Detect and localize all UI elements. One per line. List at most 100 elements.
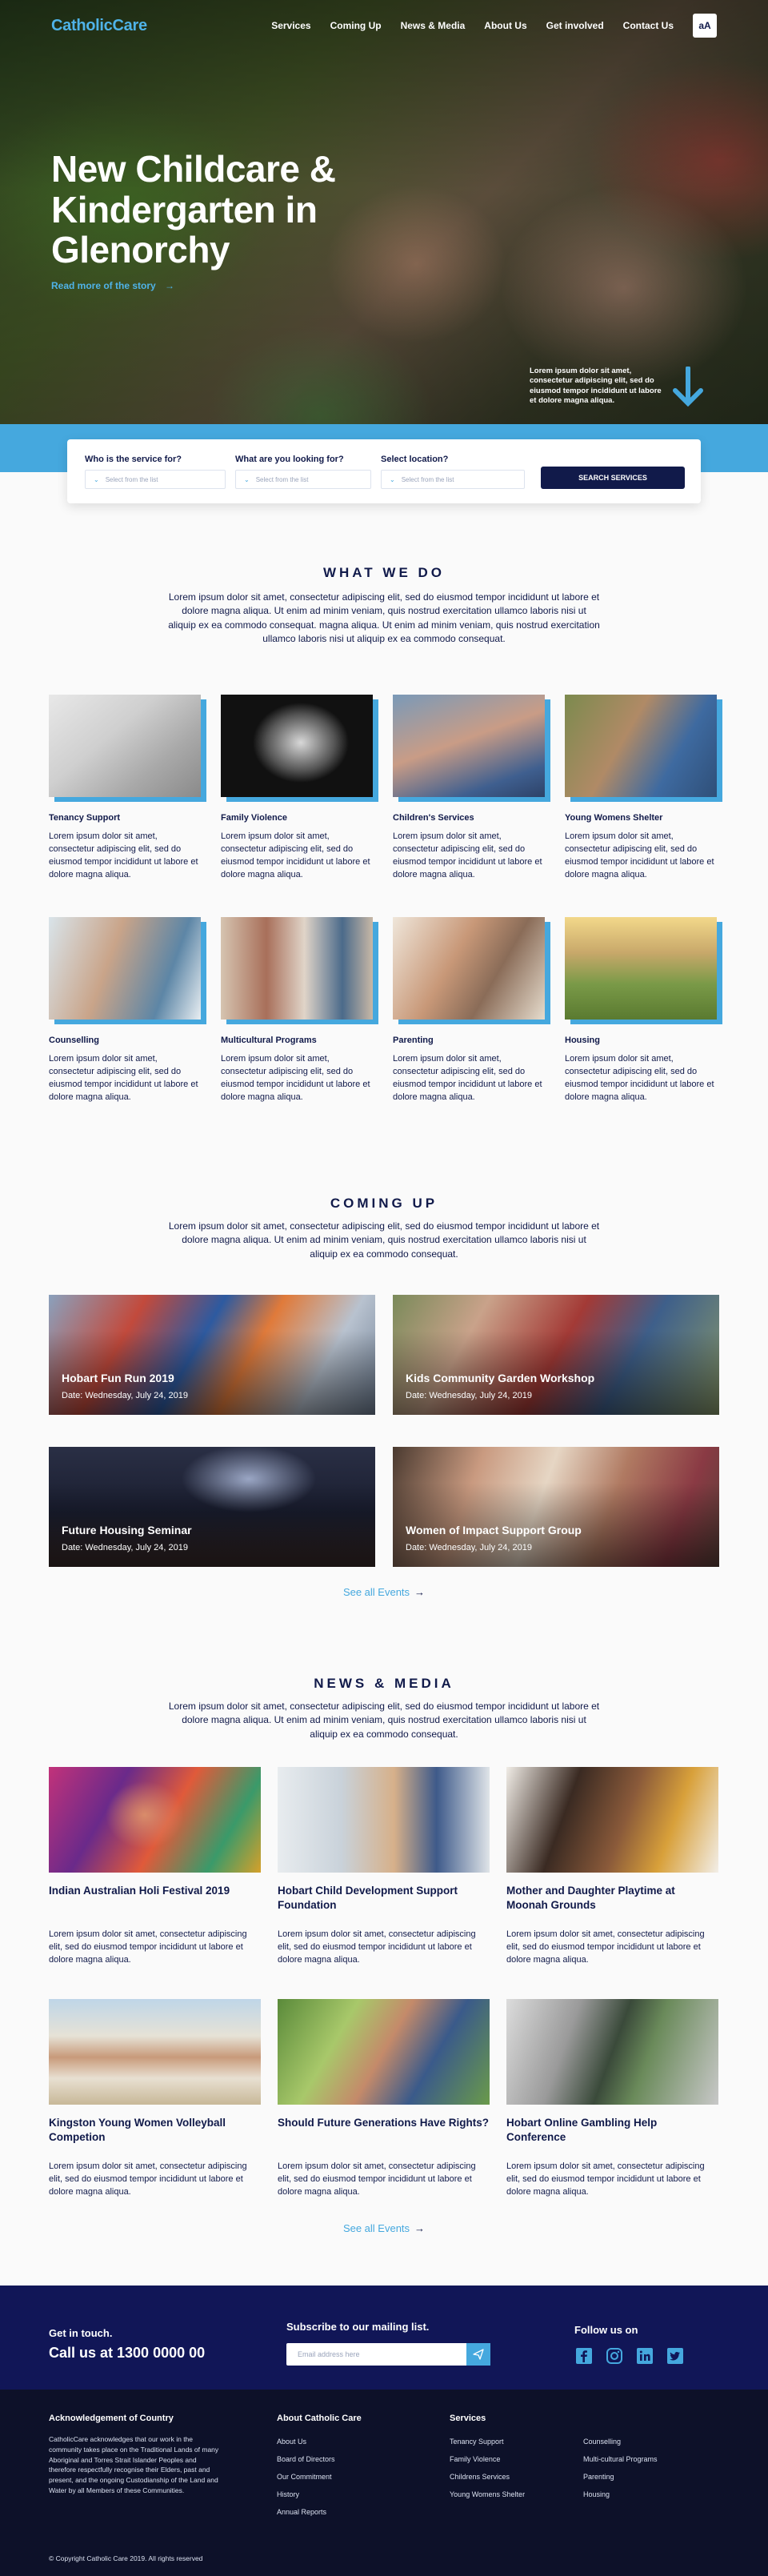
- service-card[interactable]: Young Womens Shelter Lorem ipsum dolor s…: [565, 695, 722, 882]
- young-womens-shelter-image: [565, 695, 717, 797]
- service-card[interactable]: Parenting Lorem ipsum dolor sit amet, co…: [393, 917, 550, 1104]
- service-desc: Lorem ipsum dolor sit amet, consectetur …: [221, 1054, 370, 1102]
- footer-link-housing[interactable]: Housing: [583, 2490, 658, 2498]
- service-image-frame: [49, 917, 206, 1024]
- nav-get-involved[interactable]: Get involved: [546, 20, 604, 31]
- news-media-intro: Lorem ipsum dolor sit amet, consectetur …: [168, 1701, 600, 1740]
- nav-contact-us[interactable]: Contact Us: [623, 20, 674, 31]
- service-title: Housing: [565, 1036, 600, 1045]
- footer-link-annual-reports[interactable]: Annual Reports: [277, 2508, 335, 2516]
- news-card[interactable]: Mother and Daughter Playtime at Moonah G…: [506, 1767, 718, 1967]
- footer-link-history[interactable]: History: [277, 2490, 335, 2498]
- nav-links: Services Coming Up News & Media About Us…: [271, 20, 674, 31]
- phone-number[interactable]: Call us at 1300 0000 00: [49, 2345, 205, 2362]
- facebook-icon[interactable]: [574, 2346, 594, 2366]
- footer-link-counselling[interactable]: Counselling: [583, 2438, 658, 2446]
- service-desc: Lorem ipsum dolor sit amet, consectetur …: [221, 831, 370, 879]
- see-all-news-label: See all Events: [342, 2222, 410, 2234]
- arrow-down-icon[interactable]: [672, 367, 704, 407]
- service-card[interactable]: Family Violence Lorem ipsum dolor sit am…: [221, 695, 378, 882]
- arrow-right-icon: →: [165, 280, 175, 291]
- contact-band: Get in touch. Call us at 1300 0000 00 Su…: [0, 2286, 768, 2390]
- event-title: Future Housing Seminar: [62, 1524, 192, 1536]
- service-title: Family Violence: [221, 813, 287, 823]
- footer-link-childrens[interactable]: Childrens Services: [450, 2473, 525, 2481]
- footer-link-parenting[interactable]: Parenting: [583, 2473, 658, 2481]
- service-image-frame: [565, 917, 722, 1024]
- nav-news-media[interactable]: News & Media: [401, 20, 466, 31]
- see-all-news-link[interactable]: See all Events →: [0, 2222, 768, 2234]
- top-nav: CatholicCare Services Coming Up News & M…: [0, 0, 768, 51]
- logo[interactable]: CatholicCare: [51, 17, 147, 35]
- services-row-1: Tenancy Support Lorem ipsum dolor sit am…: [49, 695, 722, 882]
- service-card[interactable]: Multicultural Programs Lorem ipsum dolor…: [221, 917, 378, 1104]
- chevron-down-icon: ⌄: [390, 475, 395, 483]
- send-button[interactable]: [466, 2343, 490, 2366]
- event-card[interactable]: Women of Impact Support Group Date: Wedn…: [393, 1447, 719, 1567]
- service-desc: Lorem ipsum dolor sit amet, consectetur …: [49, 1054, 198, 1102]
- twitter-icon-glyph: [667, 2348, 683, 2364]
- what-field: What are you looking for? ⌄ Select from t…: [235, 455, 371, 489]
- footer-link-tenancy[interactable]: Tenancy Support: [450, 2438, 525, 2446]
- email-input[interactable]: Email address here: [286, 2343, 466, 2366]
- service-card[interactable]: Housing Lorem ipsum dolor sit amet, cons…: [565, 917, 722, 1104]
- event-card[interactable]: Future Housing Seminar Date: Wednesday, …: [49, 1447, 375, 1567]
- what-select[interactable]: ⌄ Select from the list: [235, 470, 371, 489]
- about-links: About Us Board of Directors Our Commitme…: [277, 2438, 335, 2526]
- font-size-toggle-button[interactable]: aA: [693, 14, 717, 38]
- news-card[interactable]: Indian Australian Holi Festival 2019 Lor…: [49, 1767, 261, 1967]
- see-all-events-label: See all Events: [342, 1586, 410, 1598]
- see-all-events-link[interactable]: See all Events →: [0, 1586, 768, 1598]
- news-title: Kingston Young Women Volleyball Competio…: [49, 2116, 226, 2144]
- tenancy-keys-image: [49, 695, 201, 797]
- event-card[interactable]: Hobart Fun Run 2019 Date: Wednesday, Jul…: [49, 1295, 375, 1415]
- news-title: Hobart Child Development Support Foundat…: [278, 1885, 458, 1912]
- news-desc: Lorem ipsum dolor sit amet, consectetur …: [506, 2161, 705, 2197]
- footer-link-family-violence[interactable]: Family Violence: [450, 2455, 525, 2463]
- footer-link-young-womens[interactable]: Young Womens Shelter: [450, 2490, 525, 2498]
- footer-link-multicultural[interactable]: Multi-cultural Programs: [583, 2455, 658, 2463]
- who-select[interactable]: ⌄ Select from the list: [85, 470, 226, 489]
- location-select[interactable]: ⌄ Select from the list: [381, 470, 525, 489]
- service-card[interactable]: Tenancy Support Lorem ipsum dolor sit am…: [49, 695, 206, 882]
- service-card[interactable]: Children's Services Lorem ipsum dolor si…: [393, 695, 550, 882]
- instagram-icon[interactable]: [605, 2346, 624, 2366]
- twitter-icon[interactable]: [666, 2346, 685, 2366]
- hero-read-more-label: Read more of the story: [51, 280, 156, 291]
- linkedin-icon[interactable]: [635, 2346, 654, 2366]
- nav-coming-up[interactable]: Coming Up: [330, 20, 382, 31]
- about-title: About Catholic Care: [277, 2414, 362, 2423]
- footer-link-commitment[interactable]: Our Commitment: [277, 2473, 335, 2481]
- service-image-frame: [393, 695, 550, 802]
- arrow-right-icon: →: [414, 1586, 426, 1598]
- news-card[interactable]: Kingston Young Women Volleyball Competio…: [49, 1998, 261, 2199]
- news-card[interactable]: Hobart Child Development Support Foundat…: [278, 1767, 490, 1967]
- arrow-right-icon: →: [414, 2222, 426, 2234]
- news-desc: Lorem ipsum dolor sit amet, consectetur …: [49, 1929, 247, 1965]
- news-card[interactable]: Should Future Generations Have Rights? L…: [278, 1998, 490, 2199]
- event-card[interactable]: Kids Community Garden Workshop Date: Wed…: [393, 1295, 719, 1415]
- service-desc: Lorem ipsum dolor sit amet, consectetur …: [565, 831, 714, 879]
- hero-read-more-link[interactable]: Read more of the story →: [51, 280, 174, 291]
- page: CatholicCare Services Coming Up News & M…: [0, 0, 768, 2576]
- event-title: Kids Community Garden Workshop: [406, 1372, 595, 1384]
- future-generations-image: [278, 1998, 490, 2105]
- footer-link-about-us[interactable]: About Us: [277, 2438, 335, 2446]
- instagram-icon-glyph: [606, 2348, 622, 2364]
- nav-services[interactable]: Services: [271, 20, 310, 31]
- event-date: Date: Wednesday, July 24, 2019: [62, 1391, 188, 1400]
- news-desc: Lorem ipsum dolor sit amet, consectetur …: [278, 1929, 476, 1965]
- family-violence-image: [221, 695, 373, 797]
- services-links-col2: Counselling Multi-cultural Programs Pare…: [583, 2438, 658, 2508]
- nav-about-us[interactable]: About Us: [484, 20, 526, 31]
- mother-daughter-image: [506, 1767, 718, 1873]
- child-development-image: [278, 1767, 490, 1873]
- service-title: Children's Services: [393, 813, 474, 823]
- chevron-down-icon: ⌄: [94, 475, 99, 483]
- social-links: [574, 2346, 685, 2366]
- event-date: Date: Wednesday, July 24, 2019: [62, 1543, 188, 1552]
- footer-link-board[interactable]: Board of Directors: [277, 2455, 335, 2463]
- search-services-button[interactable]: SEARCH SERVICES: [541, 467, 685, 489]
- news-card[interactable]: Hobart Online Gambling Help Conference L…: [506, 1998, 718, 2199]
- service-card[interactable]: Counselling Lorem ipsum dolor sit amet, …: [49, 917, 206, 1104]
